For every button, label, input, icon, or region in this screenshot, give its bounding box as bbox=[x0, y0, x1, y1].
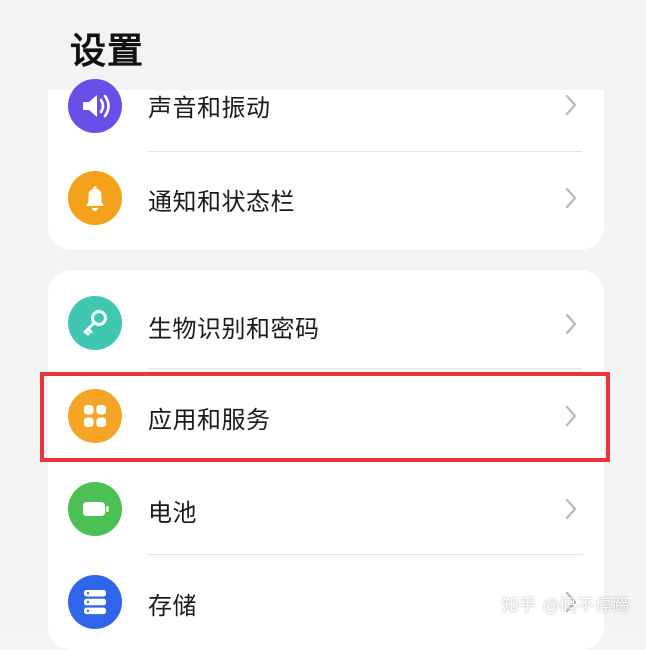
storage-icon bbox=[68, 575, 122, 629]
watermark: 知乎 @码不停蹄 bbox=[501, 596, 630, 616]
settings-item-notifications[interactable]: 通知和状态栏 bbox=[48, 152, 604, 244]
chevron-right-icon bbox=[564, 93, 578, 117]
settings-screen: 设置 声音和振动 通知和状态栏 生物识别和密码 应用和服务 电池 存储 知乎 @… bbox=[0, 0, 646, 650]
key-icon bbox=[68, 296, 122, 350]
chevron-right-icon bbox=[564, 186, 578, 210]
settings-item-label: 电池 bbox=[148, 499, 197, 527]
settings-item-label: 生物识别和密码 bbox=[148, 315, 320, 343]
speaker-icon bbox=[68, 79, 122, 133]
settings-item-label: 声音和振动 bbox=[148, 94, 271, 122]
settings-item-battery[interactable]: 电池 bbox=[48, 463, 604, 555]
bell-icon bbox=[68, 171, 122, 225]
chevron-right-icon bbox=[564, 497, 578, 521]
battery-icon bbox=[68, 482, 122, 536]
chevron-right-icon bbox=[564, 312, 578, 336]
settings-item-sound[interactable]: 声音和振动 bbox=[48, 60, 604, 152]
settings-item-label: 通知和状态栏 bbox=[148, 188, 295, 216]
settings-item-biometrics[interactable]: 生物识别和密码 bbox=[48, 277, 604, 369]
settings-group-sound-notifications: 声音和振动 通知和状态栏 bbox=[48, 79, 604, 250]
highlight-box bbox=[40, 372, 610, 462]
divider bbox=[148, 368, 582, 369]
divider bbox=[148, 554, 582, 555]
settings-item-label: 存储 bbox=[148, 592, 197, 620]
